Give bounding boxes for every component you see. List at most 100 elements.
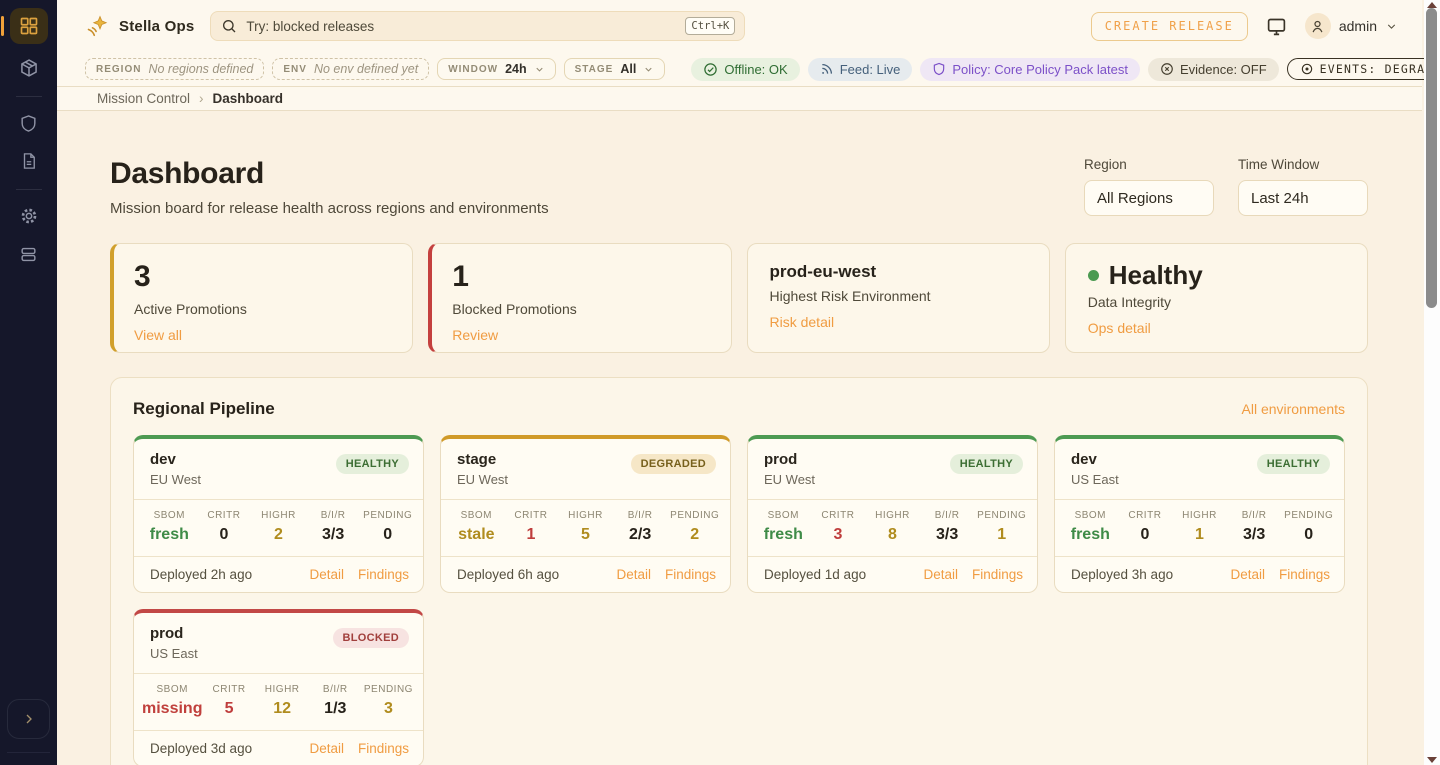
user-name: admin <box>1339 18 1377 34</box>
findings-link[interactable]: Findings <box>358 567 409 582</box>
grid-icon <box>19 16 39 36</box>
findings-link[interactable]: Findings <box>358 741 409 756</box>
region-chip-value: No regions defined <box>148 62 253 76</box>
stat-bir: B/I/R3/3 <box>920 510 975 544</box>
pipeline-stats: SBOMfreshCRITR0HIGHR2B/I/R3/3PENDING0 <box>134 499 423 557</box>
sidebar-item-security[interactable] <box>10 105 48 141</box>
stat-highr: HIGHR8 <box>865 510 920 544</box>
findings-link[interactable]: Findings <box>972 567 1023 582</box>
view-all-link[interactable]: View all <box>134 327 182 343</box>
data-integrity-card: Healthy Data Integrity Ops detail <box>1065 243 1368 353</box>
global-search-input[interactable]: Try: blocked releases Ctrl+K <box>210 11 745 41</box>
sidebar-item-settings[interactable] <box>10 198 48 234</box>
status-badge: DEGRADED <box>631 454 716 474</box>
pipeline-card: dev EU West HEALTHY SBOMfreshCRITR0HIGHR… <box>133 435 424 593</box>
sidebar-bottom-divider <box>7 752 50 753</box>
deployed-ago-text: Deployed 6h ago <box>457 567 559 582</box>
context-bar: REGION No regions defined ENV No env def… <box>57 52 1422 87</box>
status-badge: HEALTHY <box>950 454 1023 474</box>
gear-icon <box>19 206 39 226</box>
user-menu[interactable]: admin <box>1305 13 1398 39</box>
events-status-chip[interactable]: EVENTS: DEGRADED <box>1287 58 1440 80</box>
stat-sbom: SBOMmissing <box>142 684 202 718</box>
stage-chip-label: STAGE <box>575 64 614 75</box>
rss-icon <box>820 62 834 76</box>
feed-status-label: Feed: Live <box>840 62 901 77</box>
highest-risk-label: Highest Risk Environment <box>770 288 1027 304</box>
stat-pending: PENDING3 <box>362 684 415 718</box>
detail-link[interactable]: Detail <box>1230 567 1265 582</box>
sidebar-item-infrastructure[interactable] <box>10 236 48 272</box>
detail-link[interactable]: Detail <box>616 567 651 582</box>
findings-link[interactable]: Findings <box>1279 567 1330 582</box>
shield-icon <box>932 62 946 76</box>
env-filter-chip[interactable]: ENV No env defined yet <box>272 58 429 80</box>
detail-link[interactable]: Detail <box>923 567 958 582</box>
region-filter-chip[interactable]: REGION No regions defined <box>85 58 264 80</box>
check-circle-icon <box>703 62 718 77</box>
document-icon <box>20 152 38 170</box>
policy-status-chip[interactable]: Policy: Core Policy Pack latest <box>920 58 1140 81</box>
stat-critr: CRITR1 <box>504 510 559 544</box>
stat-bir: B/I/R1/3 <box>309 684 362 718</box>
stat-pending: PENDING2 <box>667 510 722 544</box>
breadcrumb-mission-control[interactable]: Mission Control <box>97 91 190 106</box>
sidebar-item-dashboard[interactable] <box>10 8 48 44</box>
create-release-button[interactable]: CREATE RELEASE <box>1091 12 1248 41</box>
server-stack-icon <box>19 245 38 264</box>
stat-highr: HIGHR12 <box>256 684 309 718</box>
brand-name: Stella Ops <box>119 18 194 35</box>
stage-chip-value: All <box>620 62 636 76</box>
regional-pipeline-title: Regional Pipeline <box>133 399 275 419</box>
stat-pending: PENDING0 <box>360 510 415 544</box>
window-filter-dropdown[interactable]: WINDOW 24h <box>437 58 555 80</box>
user-avatar-icon <box>1305 13 1331 39</box>
stat-pending: PENDING0 <box>1281 510 1336 544</box>
evidence-status-chip[interactable]: Evidence: OFF <box>1148 58 1279 81</box>
chevron-down-icon <box>643 64 654 75</box>
stat-bir: B/I/R3/3 <box>306 510 361 544</box>
shield-icon <box>19 114 38 133</box>
stat-critr: CRITR0 <box>1118 510 1173 544</box>
status-badge: HEALTHY <box>336 454 409 474</box>
stat-critr: CRITR3 <box>811 510 866 544</box>
detail-link[interactable]: Detail <box>309 567 344 582</box>
all-environments-link[interactable]: All environments <box>1242 401 1346 417</box>
stat-highr: HIGHR1 <box>1172 510 1227 544</box>
sidebar-item-artifacts[interactable] <box>10 50 48 86</box>
offline-status-label: Offline: OK <box>724 62 787 77</box>
pipeline-region: EU West <box>457 472 716 487</box>
status-badge: BLOCKED <box>333 628 410 648</box>
stage-filter-dropdown[interactable]: STAGE All <box>564 58 666 80</box>
target-icon <box>1300 62 1314 76</box>
pipeline-card: stage EU West DEGRADED SBOMstaleCRITR1HI… <box>440 435 731 593</box>
time-window-filter-label: Time Window <box>1238 157 1368 172</box>
x-circle-icon <box>1160 62 1174 76</box>
offline-status-chip[interactable]: Offline: OK <box>691 58 799 81</box>
page-subtitle: Mission board for release health across … <box>110 200 549 217</box>
blocked-promotions-count: 1 <box>452 262 708 292</box>
summary-cards-row: 3 Active Promotions View all 1 Blocked P… <box>110 243 1368 353</box>
time-window-select[interactable]: Last 24h <box>1238 180 1368 216</box>
scroll-down-arrow-icon[interactable] <box>1427 757 1437 763</box>
scrollbar-thumb[interactable] <box>1426 8 1437 308</box>
stat-sbom: SBOMfresh <box>1063 510 1118 544</box>
review-link[interactable]: Review <box>452 327 498 343</box>
pipeline-stats: SBOMmissingCRITR5HIGHR12B/I/R1/3PENDING3 <box>134 673 423 731</box>
risk-detail-link[interactable]: Risk detail <box>770 314 835 330</box>
sidebar-expand-button[interactable] <box>7 699 50 739</box>
region-select[interactable]: All Regions <box>1084 180 1214 216</box>
monitor-icon[interactable] <box>1266 16 1287 37</box>
feed-status-chip[interactable]: Feed: Live <box>808 58 913 81</box>
deployed-ago-text: Deployed 3h ago <box>1071 567 1173 582</box>
sidebar-item-documents[interactable] <box>10 143 48 179</box>
findings-link[interactable]: Findings <box>665 567 716 582</box>
region-filter: Region All Regions <box>1084 157 1214 217</box>
page-scrollbar[interactable] <box>1424 0 1440 765</box>
highest-risk-env: prod-eu-west <box>770 262 1027 282</box>
detail-link[interactable]: Detail <box>309 741 344 756</box>
window-chip-label: WINDOW <box>448 64 498 75</box>
stat-highr: HIGHR2 <box>251 510 306 544</box>
active-promotions-count: 3 <box>134 262 390 292</box>
ops-detail-link[interactable]: Ops detail <box>1088 320 1151 336</box>
